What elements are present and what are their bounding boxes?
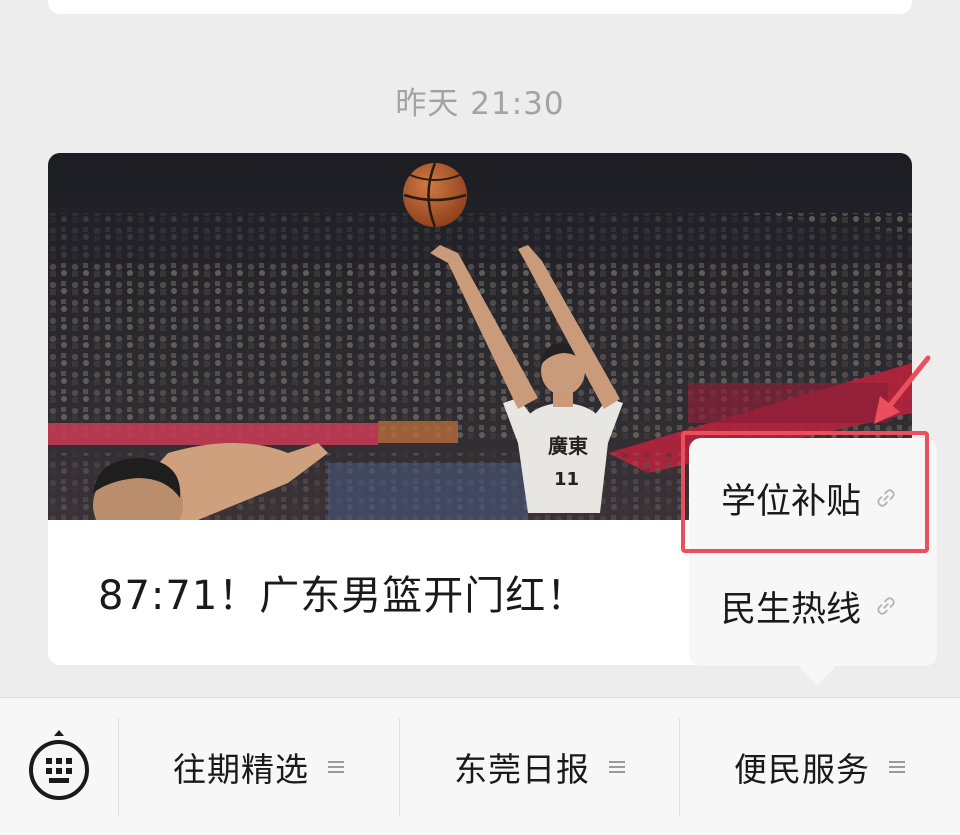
menu-tab-past-selection[interactable]: 往期精选: [119, 698, 399, 835]
menu-lines-icon: [889, 760, 905, 773]
menu-lines-icon: [609, 760, 625, 773]
submenu-item-label: 民生热线: [721, 589, 862, 630]
jersey-number: 11: [554, 469, 579, 490]
menu-tab-label: 东莞日报: [454, 749, 590, 789]
red-arrow-annotation: [874, 355, 931, 424]
menu-tab-label: 往期精选: [173, 749, 309, 789]
jersey-text: 廣東: [548, 434, 588, 458]
link-icon: [877, 489, 895, 507]
keyboard-icon[interactable]: [24, 728, 94, 802]
menu-lines-icon: [328, 760, 344, 773]
message-timestamp: 昨天 21:30: [395, 86, 565, 122]
menu-tab-dongguan-daily[interactable]: 东莞日报: [400, 698, 680, 835]
menu-tab-label: 便民服务: [734, 749, 870, 789]
article-title[interactable]: 87:71！广东男篮开门红！: [98, 563, 587, 621]
link-icon: [877, 597, 895, 615]
submenu-item-label: 学位补贴: [721, 481, 862, 522]
bottom-menu-bar: 往期精选 东莞日报 便民服务: [0, 697, 960, 835]
previous-message-card[interactable]: [48, 0, 912, 14]
submenu-item-hotline[interactable]: 民生热线: [689, 552, 937, 660]
submenu-item-degree-subsidy[interactable]: 学位补贴: [689, 444, 937, 552]
menu-tab-public-services[interactable]: 便民服务: [680, 698, 960, 835]
